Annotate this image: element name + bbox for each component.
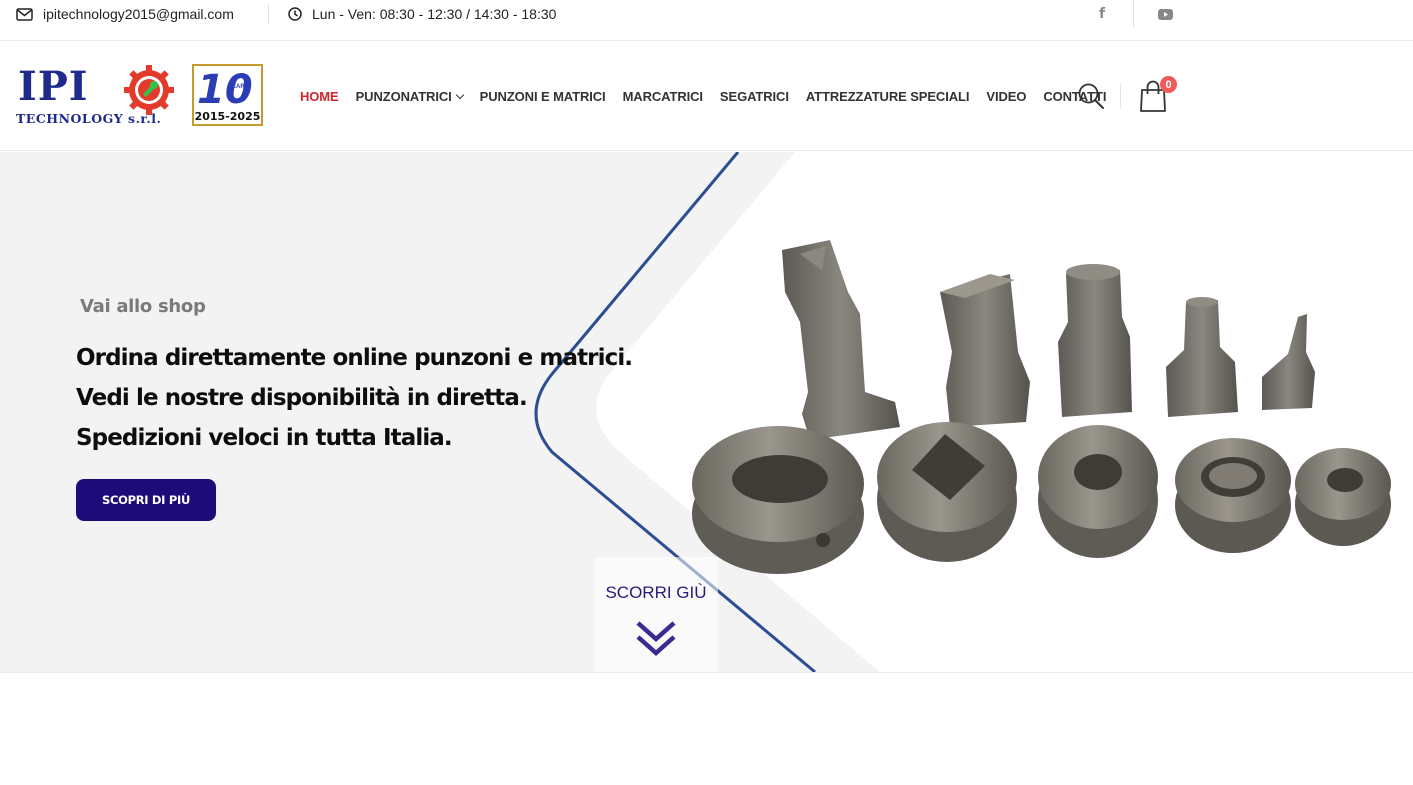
- site-header: IPI TECHNOLOGY s.r.l. 10 YEARS 2015-2025…: [0, 41, 1413, 151]
- chevron-down-icon: [455, 90, 464, 99]
- search-button[interactable]: [1077, 82, 1105, 110]
- cart-count-badge: 0: [1160, 76, 1177, 93]
- hero-line: Spedizioni veloci in tutta Italia.: [76, 425, 453, 451]
- top-bar: ipitechnology2015@gmail.com Lun - Ven: 0…: [0, 0, 1413, 41]
- company-logo[interactable]: IPI TECHNOLOGY s.r.l. 10 YEARS 2015-2025: [16, 63, 266, 129]
- nav-punzonatrici[interactable]: PUNZONATRICI: [355, 88, 464, 104]
- nav-home[interactable]: HOME: [300, 89, 339, 104]
- nav-attrezzature-speciali[interactable]: ATTREZZATURE SPECIALI: [806, 89, 970, 104]
- main-nav: HOME PUNZONATRICI PUNZONI E MATRICI MARC…: [300, 41, 1123, 151]
- nav-marcatrici[interactable]: MARCATRICI: [623, 89, 703, 104]
- logo-subtitle: TECHNOLOGY s.r.l.: [16, 111, 162, 126]
- hero-heading: Ordina direttamente online punzoni e mat…: [76, 338, 633, 458]
- social-divider: [1133, 0, 1134, 28]
- search-icon: [1078, 83, 1104, 109]
- nav-punzonatrici-label: PUNZONATRICI: [355, 88, 452, 104]
- discover-more-button[interactable]: SCOPRI DI PIÙ: [76, 479, 216, 521]
- opening-hours: Lun - Ven: 08:30 - 12:30 / 14:30 - 18:30: [288, 0, 556, 28]
- email-text: ipitechnology2015@gmail.com: [43, 6, 234, 22]
- badge-number: 10: [197, 67, 253, 113]
- youtube-link[interactable]: [1150, 0, 1180, 28]
- hours-text: Lun - Ven: 08:30 - 12:30 / 14:30 - 18:30: [312, 6, 557, 22]
- badge-years: YEARS: [228, 84, 249, 90]
- topbar-divider: [268, 4, 269, 24]
- hero-slider: Vai allo shop Ordina direttamente online…: [0, 152, 1413, 672]
- anniversary-badge: 10 YEARS 2015-2025: [192, 64, 263, 126]
- hero-bottom-divider: [0, 672, 1413, 673]
- hero-line: Vedi le nostre disponibilità in diretta.: [76, 385, 528, 411]
- badge-range: 2015-2025: [194, 110, 261, 123]
- nav-video[interactable]: VIDEO: [986, 89, 1026, 104]
- youtube-icon: [1157, 8, 1173, 20]
- hero-line: Ordina direttamente online punzoni e mat…: [76, 345, 633, 371]
- envelope-icon: [16, 7, 33, 21]
- punch-and-die-product-image: [692, 240, 1391, 574]
- hero-subtitle[interactable]: Vai allo shop: [80, 296, 206, 317]
- nav-segatrici[interactable]: SEGATRICI: [720, 89, 789, 104]
- double-chevron-down-icon: [636, 621, 676, 657]
- nav-punzoni-e-matrici[interactable]: PUNZONI E MATRICI: [480, 89, 606, 104]
- contact-email[interactable]: ipitechnology2015@gmail.com: [16, 0, 234, 28]
- scroll-down-button[interactable]: SCORRI GIÙ: [594, 557, 718, 672]
- gear-icon: [124, 65, 174, 115]
- facebook-icon: f: [1098, 6, 1106, 22]
- facebook-link[interactable]: f: [1087, 0, 1117, 28]
- header-divider: [1120, 83, 1121, 109]
- scroll-down-label: SCORRI GIÙ: [605, 583, 707, 602]
- clock-icon: [288, 7, 302, 21]
- logo-name: IPI: [18, 63, 89, 110]
